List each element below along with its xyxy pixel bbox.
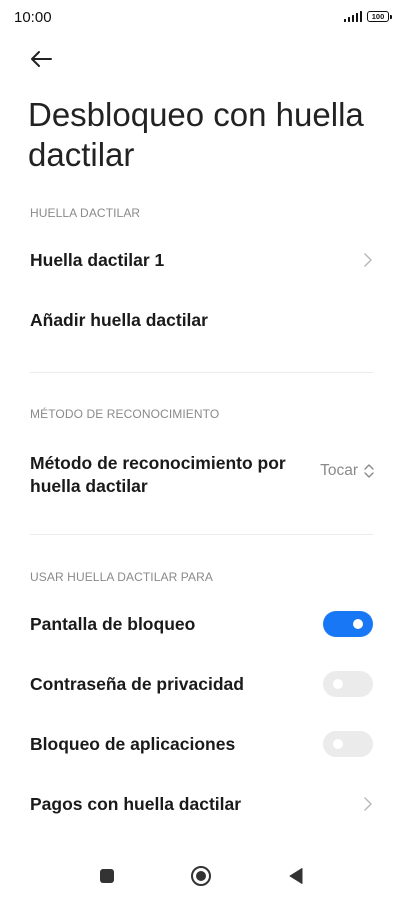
section-divider bbox=[30, 372, 373, 373]
lock-screen-toggle[interactable] bbox=[323, 611, 373, 637]
privacy-password-toggle[interactable] bbox=[323, 671, 373, 697]
recognition-method-label-line2: huella dactilar bbox=[30, 476, 148, 496]
section-header-recognition: MÉTODO DE RECONOCIMIENTO bbox=[30, 407, 220, 421]
status-time: 10:00 bbox=[14, 9, 52, 26]
section-header-fingerprint: HUELLA DACTILAR bbox=[30, 206, 141, 220]
home-button[interactable] bbox=[187, 864, 215, 888]
back-arrow-icon bbox=[31, 51, 52, 67]
lock-screen-item[interactable]: Pantalla de bloqueo bbox=[0, 596, 403, 652]
recognition-method-label-line1: Método de reconocimiento por bbox=[30, 453, 286, 473]
app-lock-toggle[interactable] bbox=[323, 731, 373, 757]
status-bar: 10:00 100 bbox=[0, 0, 403, 36]
recents-button[interactable] bbox=[93, 864, 121, 888]
chevron-right-icon bbox=[364, 797, 372, 811]
fingerprint-1-item[interactable]: Huella dactilar 1 bbox=[0, 232, 403, 288]
navigation-bar bbox=[0, 852, 403, 900]
privacy-password-label: Contraseña de privacidad bbox=[30, 674, 244, 694]
toggle-knob bbox=[333, 679, 343, 689]
chevron-right-icon bbox=[364, 253, 372, 267]
recognition-method-item[interactable]: Método de reconocimiento por huella dact… bbox=[0, 440, 403, 504]
chevron-up-down-icon bbox=[364, 464, 374, 478]
battery-icon: 100 bbox=[367, 11, 392, 22]
lock-screen-label: Pantalla de bloqueo bbox=[30, 614, 196, 634]
fingerprint-unlock-screen: 10:00 100 Desbloqueo con huella dactilar… bbox=[0, 0, 403, 900]
section-divider bbox=[30, 534, 373, 535]
system-back-button[interactable] bbox=[282, 864, 310, 888]
fingerprint-payments-item[interactable]: Pagos con huella dactilar bbox=[0, 776, 403, 832]
status-icons: 100 bbox=[343, 11, 392, 22]
back-button[interactable] bbox=[26, 44, 56, 74]
recents-square-icon bbox=[100, 869, 114, 883]
privacy-password-item[interactable]: Contraseña de privacidad bbox=[0, 656, 403, 712]
section-header-usage: USAR HUELLA DACTILAR PARA bbox=[30, 570, 213, 584]
fingerprint-payments-label: Pagos con huella dactilar bbox=[30, 794, 242, 814]
toggle-knob bbox=[353, 619, 363, 629]
battery-level: 100 bbox=[371, 12, 385, 21]
recognition-method-value: Tocar bbox=[320, 462, 358, 479]
app-lock-label: Bloqueo de aplicaciones bbox=[30, 734, 236, 754]
back-triangle-icon bbox=[289, 868, 303, 884]
add-fingerprint-item[interactable]: Añadir huella dactilar bbox=[0, 292, 403, 348]
app-lock-item[interactable]: Bloqueo de aplicaciones bbox=[0, 716, 403, 772]
page-title: Desbloqueo con huella dactilar bbox=[28, 96, 364, 173]
home-circle-icon bbox=[191, 866, 211, 886]
signal-icon bbox=[343, 11, 362, 22]
fingerprint-1-label: Huella dactilar 1 bbox=[30, 250, 165, 270]
add-fingerprint-label: Añadir huella dactilar bbox=[30, 310, 208, 330]
recognition-method-value-group: Tocar bbox=[320, 462, 375, 480]
recognition-method-label: Método de reconocimiento por huella dact… bbox=[30, 452, 286, 498]
toggle-knob bbox=[333, 739, 343, 749]
